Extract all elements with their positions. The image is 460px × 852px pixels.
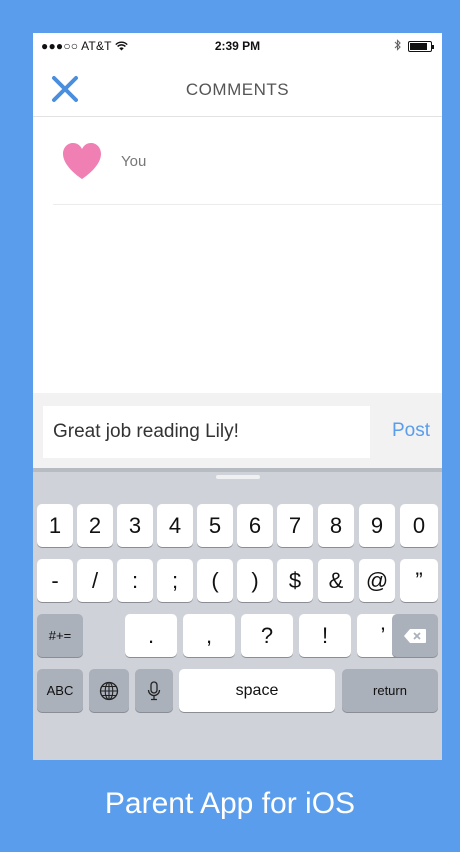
key-8[interactable]: 8 [318,504,354,547]
heart-icon [63,143,101,179]
status-bar: ●●●○○ AT&T 2:39 PM [33,33,442,59]
symbols-toggle-key[interactable]: #+= [37,614,83,657]
key-hyphen[interactable]: - [37,559,73,602]
keyboard-row-1: 1 2 3 4 5 6 7 8 9 0 [33,504,442,548]
status-right [394,39,434,54]
comment-author: You [121,153,147,170]
key-slash[interactable]: / [77,559,113,602]
key-ampersand[interactable]: & [318,559,354,602]
keyboard-row-3: #+= . , ? ! ’ [33,614,442,658]
status-time: 2:39 PM [214,39,261,53]
key-7[interactable]: 7 [277,504,313,547]
comment-input[interactable] [43,406,370,458]
phone-screen: ●●●○○ AT&T 2:39 PM COMMENTS You Post [33,33,442,760]
key-3[interactable]: 3 [117,504,153,547]
compose-bar: Post [33,393,442,468]
globe-icon [99,681,119,700]
key-1[interactable]: 1 [37,504,73,547]
key-open-paren[interactable]: ( [197,559,233,602]
key-colon[interactable]: : [117,559,153,602]
key-4[interactable]: 4 [157,504,193,547]
keyboard: 1 2 3 4 5 6 7 8 9 0 - / : ; ( ) $ & @ ” … [33,468,442,760]
key-at[interactable]: @ [359,559,395,602]
key-close-paren[interactable]: ) [237,559,273,602]
backspace-icon [404,628,426,643]
abc-key[interactable]: ABC [37,669,83,712]
key-6[interactable]: 6 [237,504,273,547]
comment-row: You [53,117,442,205]
key-quote[interactable]: ” [400,559,438,602]
keyboard-row-2: - / : ; ( ) $ & @ ” [33,559,442,603]
microphone-icon [147,680,161,700]
key-0[interactable]: 0 [400,504,438,547]
key-9[interactable]: 9 [359,504,395,547]
key-question[interactable]: ? [241,614,293,657]
key-period[interactable]: . [125,614,177,657]
page-title: COMMENTS [185,80,290,99]
globe-key[interactable] [89,669,129,712]
key-dollar[interactable]: $ [277,559,313,602]
key-exclamation[interactable]: ! [299,614,351,657]
nav-bar: COMMENTS [33,59,442,117]
backspace-key[interactable] [392,614,438,657]
key-comma[interactable]: , [183,614,235,657]
key-2[interactable]: 2 [77,504,113,547]
space-key[interactable]: space [179,669,335,712]
return-key[interactable]: return [342,669,438,712]
caption: Parent App for iOS [104,787,356,820]
key-5[interactable]: 5 [197,504,233,547]
key-semicolon[interactable]: ; [157,559,193,602]
dictation-key[interactable] [135,669,173,712]
keyboard-grip[interactable] [216,475,260,479]
post-button[interactable]: Post [392,420,430,442]
keyboard-row-4: ABC space return [33,669,442,713]
battery-icon [408,41,434,52]
bluetooth-icon [394,39,402,54]
